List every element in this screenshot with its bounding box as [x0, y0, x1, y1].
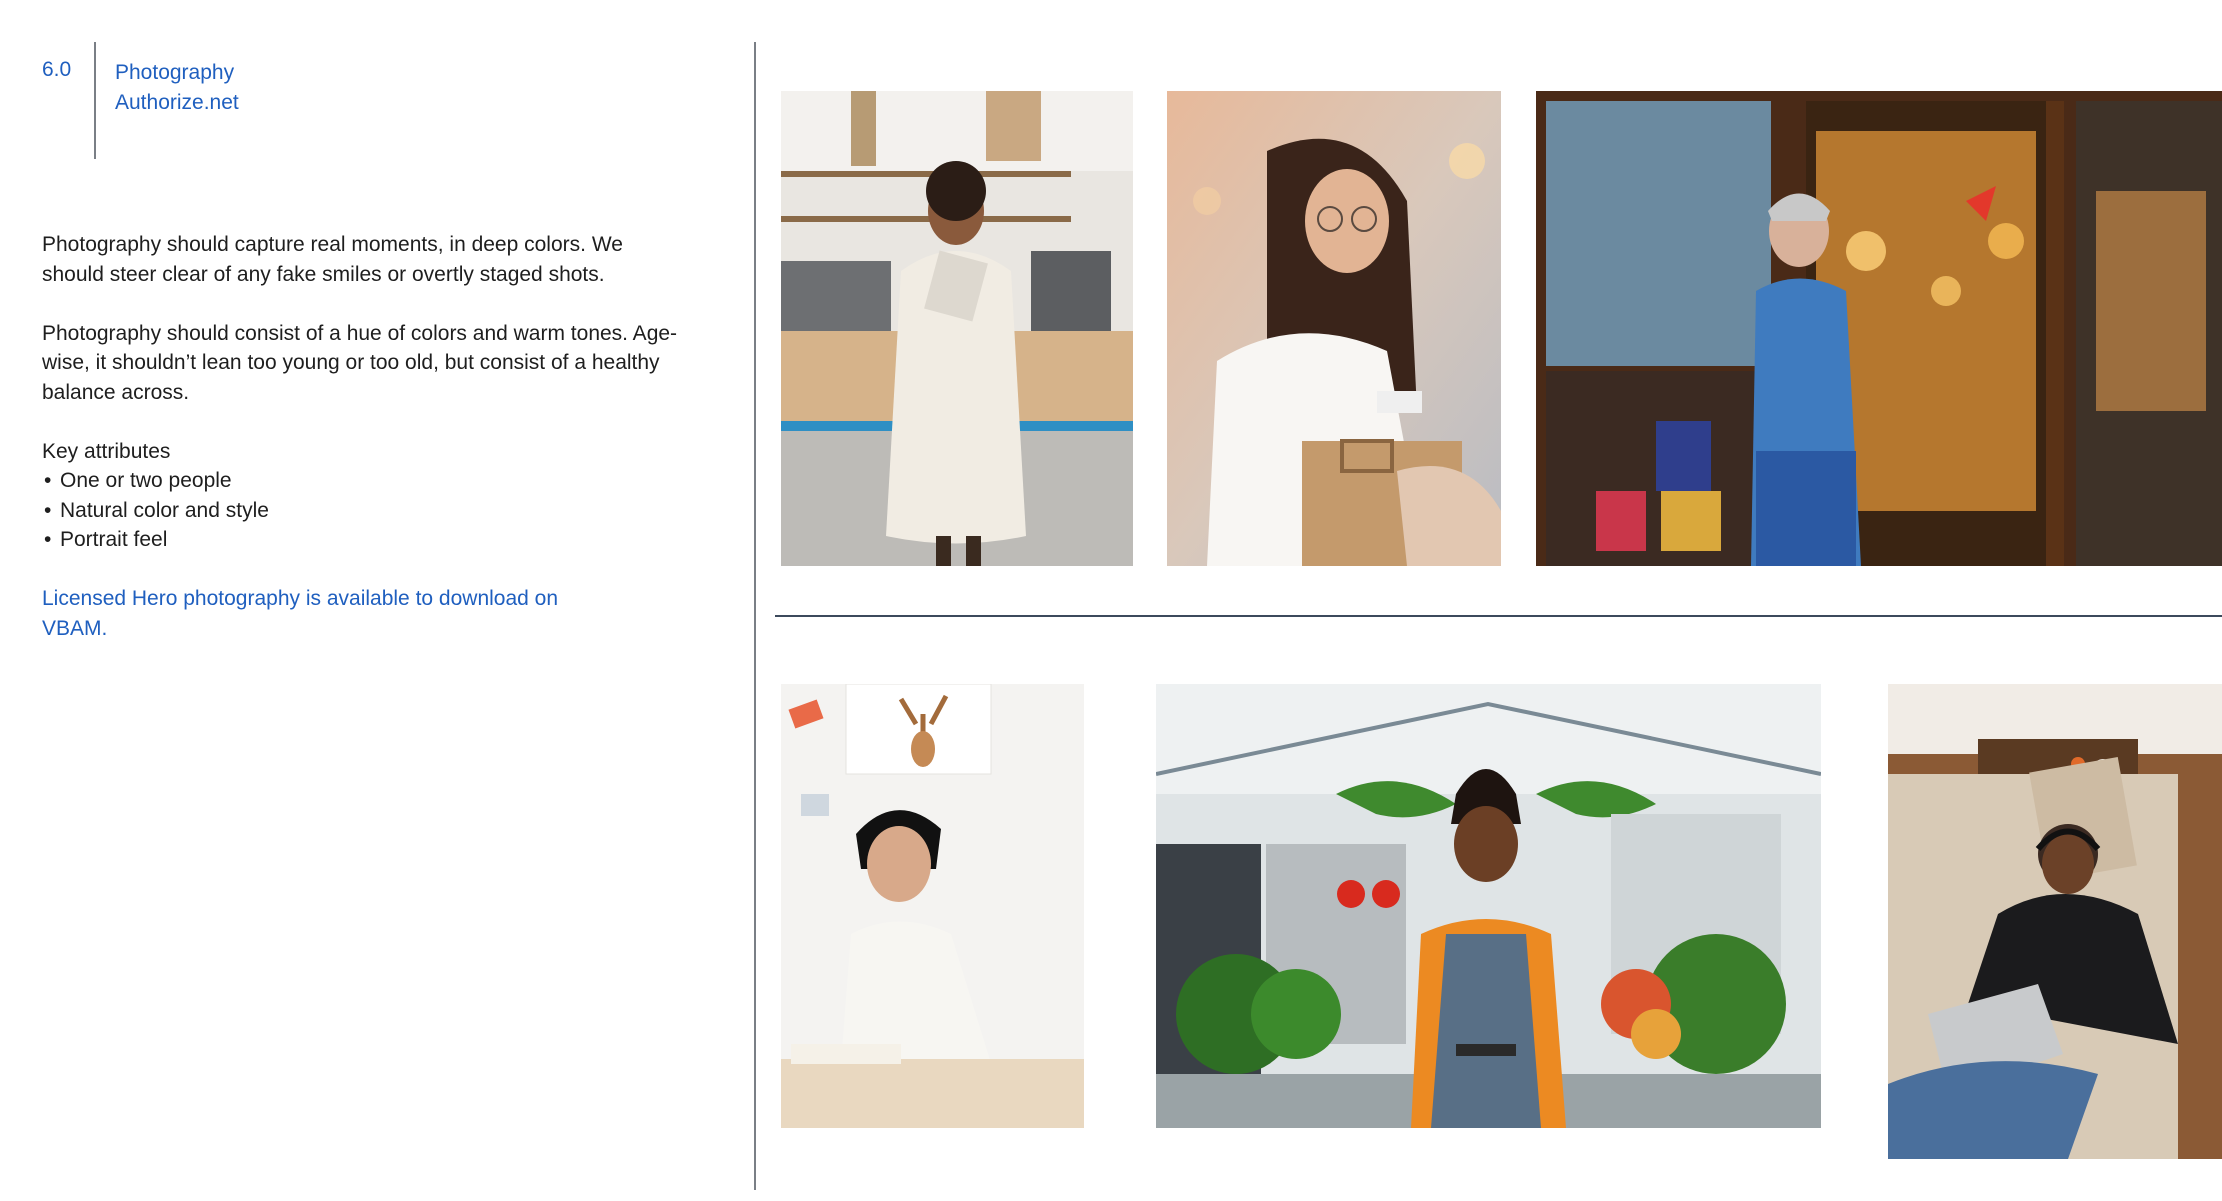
section-number: 6.0	[42, 58, 72, 81]
key-attributes-list: One or two people Natural color and styl…	[42, 466, 682, 555]
header-divider	[94, 42, 96, 159]
licensed-photography-link[interactable]: Licensed Hero photography is available t…	[42, 584, 602, 643]
page-subtitle: Authorize.net	[115, 91, 239, 114]
page-header: Photography Authorize.net	[115, 58, 239, 118]
photo-man-greenhouse	[1156, 684, 1821, 1128]
key-attribute-item: Portrait feel	[42, 525, 682, 555]
photo-woman-desk	[781, 684, 1084, 1128]
photo-woman-cafe	[781, 91, 1133, 566]
key-attribute-item: Natural color and style	[42, 496, 682, 526]
photo-woman-restaurant	[1536, 91, 2222, 566]
photo-man-couch	[1888, 684, 2222, 1159]
key-attributes-heading: Key attributes	[42, 439, 171, 463]
guideline-paragraph-1: Photography should capture real moments,…	[42, 233, 623, 286]
photo-woman-phone	[1167, 91, 1501, 566]
row-divider	[775, 615, 2222, 617]
column-divider	[754, 42, 756, 1190]
guideline-paragraph-2: Photography should consist of a hue of c…	[42, 321, 678, 404]
guidelines-text: Photography should capture real moments,…	[42, 230, 682, 673]
page-title: Photography	[115, 61, 235, 84]
key-attribute-item: One or two people	[42, 466, 682, 496]
